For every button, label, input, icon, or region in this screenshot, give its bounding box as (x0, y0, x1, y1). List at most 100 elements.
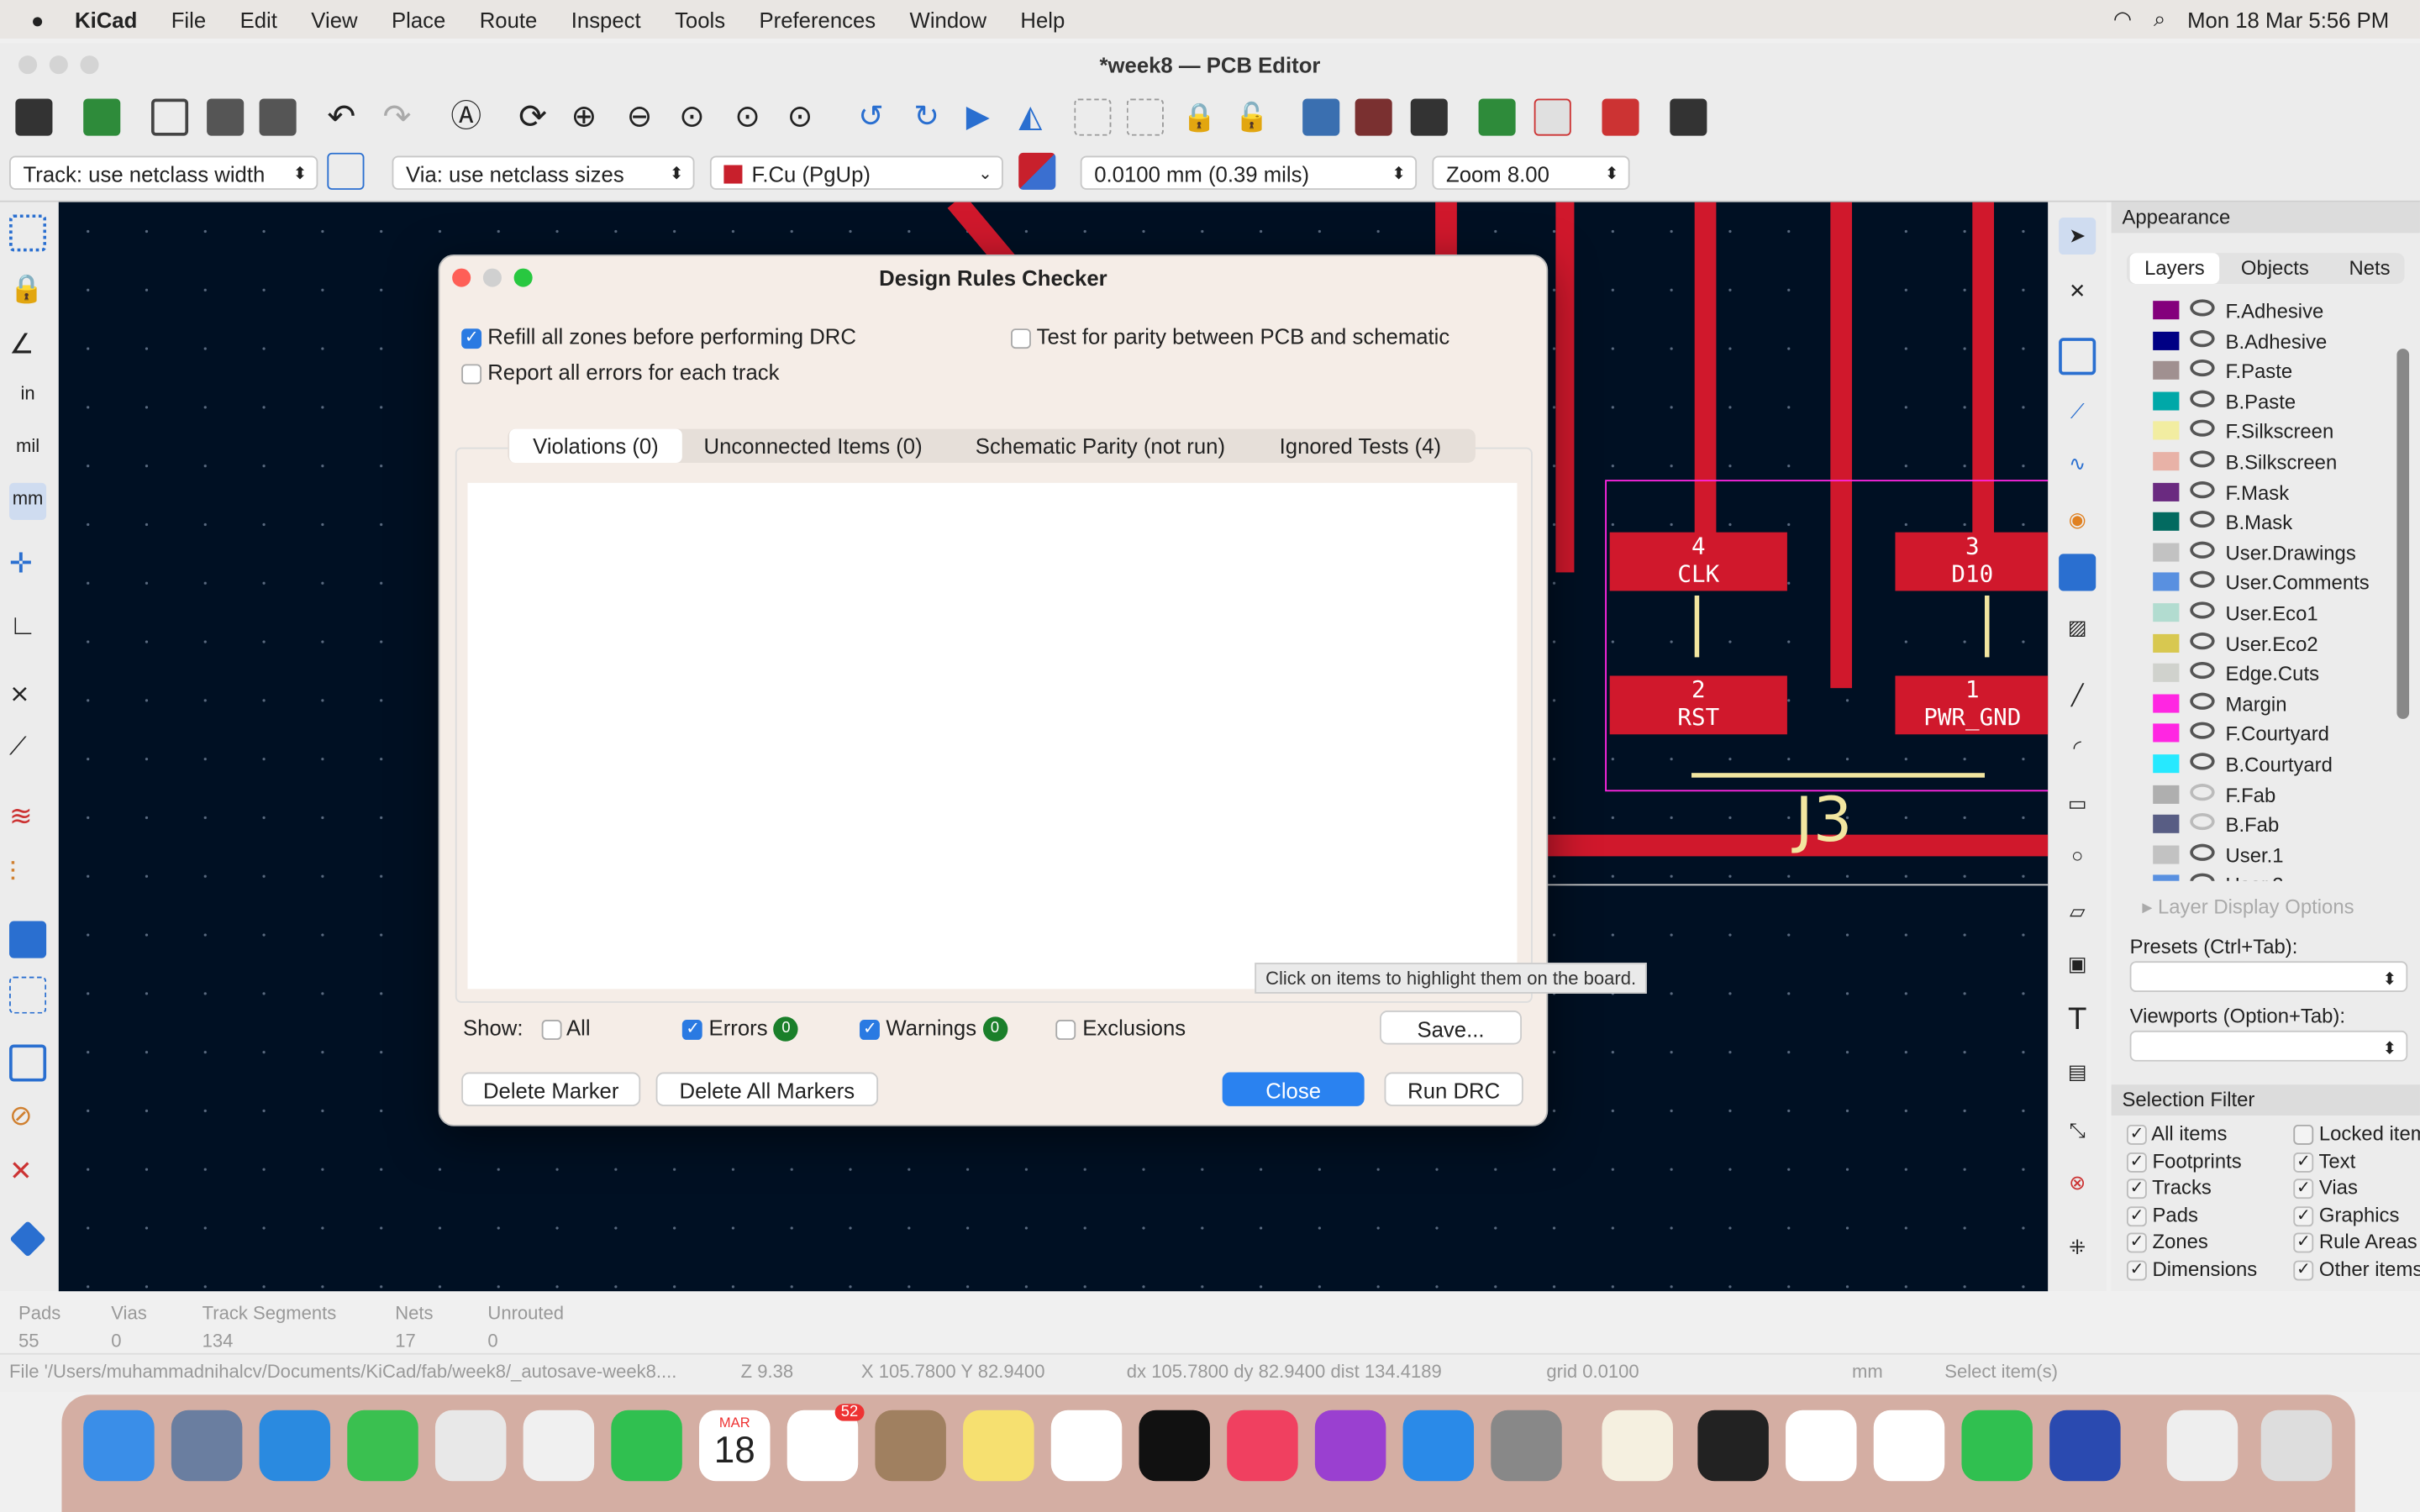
podcasts-icon[interactable] (1314, 1410, 1386, 1482)
reference-designator[interactable]: J3 (1795, 785, 1852, 856)
layer-color-swatch[interactable] (2153, 452, 2180, 471)
add-textbox-icon[interactable]: ▤ (2059, 1053, 2096, 1090)
draw-rectangle-icon[interactable]: ▭ (2059, 785, 2096, 822)
mail-icon[interactable] (259, 1410, 331, 1482)
add-footprint-icon[interactable] (2059, 338, 2096, 375)
layer-pair-icon[interactable] (1018, 152, 1056, 190)
checkbox[interactable] (2126, 1205, 2147, 1226)
eye-icon[interactable] (2190, 662, 2215, 680)
filter-dimensions[interactable]: Dimensions (2126, 1257, 2257, 1280)
via-size-select[interactable]: Via: use netclass sizes ⬍ (392, 155, 695, 190)
dimension-icon[interactable]: ⤡ (2059, 1112, 2096, 1149)
page-settings-icon[interactable] (150, 98, 189, 136)
rotate-ccw-icon[interactable]: ↺ (858, 99, 895, 136)
delete-all-markers-button[interactable]: Delete All Markers (655, 1072, 879, 1106)
eye-icon[interactable] (2190, 511, 2215, 528)
plot-icon[interactable] (259, 98, 297, 136)
minimize-window-button[interactable] (49, 55, 68, 75)
apple-tv-icon[interactable] (1139, 1410, 1210, 1482)
apple-icon[interactable]: ● (31, 7, 45, 31)
trash-icon[interactable] (2260, 1410, 2333, 1482)
net-colors-icon[interactable]: ⫶ (9, 853, 46, 890)
eye-icon[interactable] (2190, 450, 2215, 468)
filter-graphics[interactable]: Graphics (2293, 1203, 2399, 1226)
rule-area-icon[interactable]: ▨ (2059, 609, 2096, 646)
eye-icon[interactable] (2190, 874, 2215, 881)
mirror-icon[interactable]: ◭ (1018, 99, 1055, 136)
filter-other-items[interactable]: Other items (2293, 1257, 2420, 1280)
tracks-outline-icon[interactable]: ≋ (9, 798, 46, 835)
eye-icon[interactable] (2190, 753, 2215, 770)
polar-coords-icon[interactable]: ∠ (9, 326, 46, 363)
run-drc-button[interactable]: Run DRC (1384, 1072, 1523, 1106)
layer-color-swatch[interactable] (2153, 603, 2180, 622)
checkbox[interactable] (2293, 1231, 2314, 1253)
layer-color-swatch[interactable] (2153, 301, 2180, 320)
tab-schematic-parity[interactable]: Schematic Parity (not run) (976, 429, 1225, 463)
menu-edit[interactable]: Edit (240, 7, 277, 31)
checkbox[interactable] (2126, 1231, 2147, 1253)
checkbox[interactable] (2126, 1123, 2147, 1145)
chrome-icon[interactable] (1873, 1410, 1945, 1482)
system-settings-icon[interactable] (1491, 1410, 1562, 1482)
select-icon[interactable]: ➤ (2059, 217, 2096, 255)
terminal-icon[interactable] (1670, 98, 1707, 136)
layer-color-swatch[interactable] (2153, 422, 2180, 441)
eye-hidden-icon[interactable] (2190, 813, 2215, 831)
eye-icon[interactable] (2190, 722, 2215, 740)
track-width-auto-icon[interactable] (327, 152, 365, 190)
checkbox[interactable] (541, 1019, 562, 1040)
drc-lock-icon[interactable]: 🔒 (9, 270, 46, 307)
draw-arc-icon[interactable]: ◜ (2059, 730, 2096, 767)
kicad-app-icon[interactable] (2049, 1410, 2121, 1482)
ungroup-icon[interactable] (1126, 98, 1164, 136)
pad-2[interactable]: 2 RST (1609, 675, 1787, 735)
whatsapp-icon[interactable] (1961, 1410, 2033, 1482)
reminders-icon[interactable]: 52 (786, 1404, 865, 1482)
checkbox[interactable] (1056, 1019, 1077, 1040)
checkbox[interactable] (860, 1018, 881, 1040)
ratsnest-icon[interactable]: ⨯ (9, 677, 46, 714)
maps-icon[interactable] (434, 1410, 507, 1482)
checkbox[interactable] (2293, 1258, 2314, 1280)
eye-hidden-icon[interactable] (2190, 783, 2215, 801)
tab-violations[interactable]: Violations (0) (509, 428, 682, 464)
freeform-icon[interactable] (1050, 1410, 1123, 1482)
zone-outline-icon[interactable] (9, 1044, 47, 1082)
tab-ignored-tests[interactable]: Ignored Tests (4) (1280, 429, 1441, 463)
redo-icon[interactable]: ↷ (383, 98, 420, 136)
cursor-icon[interactable]: ✛ (9, 544, 46, 581)
filter-all[interactable]: All (541, 1016, 591, 1040)
wifi-icon[interactable]: ◠ (2113, 6, 2132, 32)
layer-color-swatch[interactable] (2153, 815, 2180, 834)
grid-origin-icon[interactable]: ⁜ (2059, 1230, 2096, 1267)
tab-unconnected[interactable]: Unconnected Items (0) (704, 429, 923, 463)
facetime-icon[interactable] (611, 1410, 682, 1482)
units-inch-button[interactable]: in (9, 378, 46, 415)
menu-route[interactable]: Route (480, 7, 538, 31)
menu-view[interactable]: View (311, 7, 357, 31)
ollama-window-icon[interactable] (2166, 1410, 2238, 1482)
axes-icon[interactable]: ∟ (9, 606, 46, 643)
layer-color-swatch[interactable] (2153, 361, 2180, 381)
high-contrast-icon[interactable]: ⊘ (9, 1097, 46, 1134)
pad-1[interactable]: 1 PWR_GND (1895, 675, 2049, 735)
print-icon[interactable] (207, 98, 245, 136)
eye-icon[interactable] (2190, 601, 2215, 619)
fab-academy-app-icon[interactable] (1602, 1410, 1673, 1482)
close-button[interactable]: Close (1222, 1072, 1365, 1106)
report-all-errors-checkbox[interactable]: Report all errors for each track (461, 360, 779, 384)
appearance-panel-icon[interactable] (9, 1221, 46, 1257)
search-icon[interactable]: ⌕ (2154, 6, 2165, 32)
draw-line-icon[interactable]: ╱ (2059, 677, 2096, 714)
zoom-in-icon[interactable]: ⊕ (571, 99, 608, 136)
checkbox[interactable] (461, 327, 482, 349)
photos-icon[interactable] (523, 1410, 595, 1482)
scripting-icon[interactable] (1478, 98, 1516, 136)
layer-color-swatch[interactable] (2153, 694, 2180, 713)
layer-color-swatch[interactable] (2153, 724, 2180, 743)
undo-icon[interactable]: ↶ (327, 98, 364, 136)
viewports-select[interactable]: ⬍ (2129, 1030, 2408, 1062)
filter-all-items[interactable]: All items (2126, 1121, 2227, 1145)
zoom-fit-icon[interactable]: ⊙ (679, 99, 716, 136)
